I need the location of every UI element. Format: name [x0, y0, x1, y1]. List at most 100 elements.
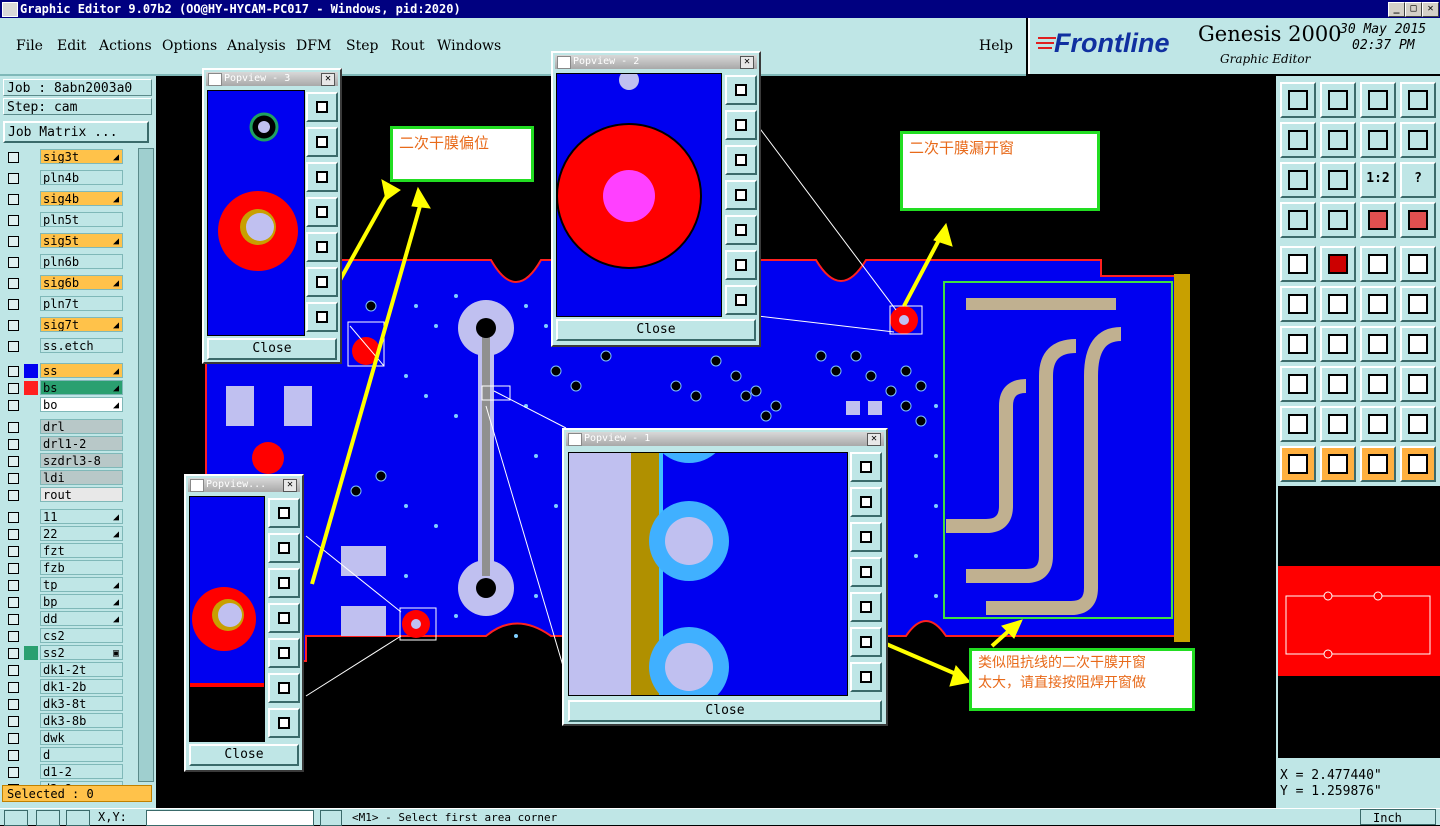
layer-checkbox[interactable] [8, 215, 19, 226]
layer-checkbox[interactable] [8, 320, 19, 331]
layer-name[interactable]: d [40, 747, 123, 762]
rotate-icon[interactable] [1360, 326, 1396, 362]
arrow-box-icon[interactable] [1320, 446, 1356, 482]
close-window-button[interactable]: ✕ [1422, 2, 1439, 17]
center-icon[interactable] [1320, 162, 1356, 198]
layer-checkbox[interactable] [8, 546, 19, 557]
menu-options[interactable]: Options [162, 38, 217, 54]
popview-4-view[interactable] [189, 496, 265, 742]
popview-tool-icon[interactable] [268, 673, 300, 703]
layer-checkbox[interactable] [8, 439, 19, 450]
layer-row[interactable]: pln7t [4, 296, 124, 313]
layer-color-swatch[interactable] [24, 646, 38, 660]
layer-row[interactable]: rout [4, 487, 124, 504]
layer-name[interactable]: bs ◢ [40, 380, 123, 395]
layer-checkbox[interactable] [8, 152, 19, 163]
measure-icon[interactable] [1280, 202, 1316, 238]
layer-checkbox[interactable] [8, 194, 19, 205]
layer-checkbox[interactable] [8, 767, 19, 778]
layer-row[interactable]: bs ◢ [4, 380, 124, 397]
layer-row[interactable]: dk3-8t [4, 696, 124, 713]
popview-tool-icon[interactable] [268, 568, 300, 598]
popview-tool-icon[interactable] [850, 627, 882, 657]
popview-tool-icon[interactable] [306, 267, 338, 297]
popview-tool-icon[interactable] [306, 302, 338, 332]
layer-row[interactable]: dk1-2b [4, 679, 124, 696]
popview-1-close-button[interactable]: Close [568, 700, 882, 722]
popview-tool-icon[interactable] [268, 533, 300, 563]
menu-help[interactable]: Help [979, 38, 1013, 54]
layer-row[interactable]: d1-2 [4, 764, 124, 781]
layer-row[interactable]: ldi [4, 470, 124, 487]
layer-name[interactable]: dk1-2b [40, 679, 123, 694]
layer-checkbox[interactable] [8, 236, 19, 247]
layer-name[interactable]: dwk [40, 730, 123, 745]
layer-checkbox[interactable] [8, 299, 19, 310]
layer-name[interactable]: sig5t ◢ [40, 233, 123, 248]
popview-2-titlebar[interactable]: Popview - 2 ✕ [555, 55, 757, 69]
layer-name[interactable]: pln5t [40, 212, 123, 227]
fit-icon[interactable] [1280, 162, 1316, 198]
layer-row[interactable]: pln6b [4, 254, 124, 271]
units-select[interactable]: Inch [1360, 809, 1436, 825]
menu-step[interactable]: Step [346, 38, 378, 54]
help-icon[interactable]: ? [1400, 162, 1436, 198]
popview-4-titlebar[interactable]: Popview... ✕ [188, 478, 300, 492]
layer-b-icon[interactable] [1400, 202, 1436, 238]
layer-checkbox[interactable] [8, 716, 19, 727]
layer-row[interactable]: dk3-8b [4, 713, 124, 730]
layer-name[interactable]: ss ◢ [40, 363, 123, 378]
menu-windows[interactable]: Windows [437, 38, 501, 54]
layer-row[interactable]: tp ◢ [4, 577, 124, 594]
popview-tool-icon[interactable] [306, 162, 338, 192]
pin-icon[interactable] [1400, 286, 1436, 322]
popview-1-close-icon[interactable]: ✕ [867, 433, 881, 446]
grid-icon[interactable] [1320, 202, 1356, 238]
layer-checkbox[interactable] [8, 490, 19, 501]
popview-tool-icon[interactable] [268, 638, 300, 668]
menu-dfm[interactable]: DFM [296, 38, 331, 54]
maximize-button[interactable]: □ [1405, 2, 1422, 17]
popview-tool-icon[interactable] [725, 215, 757, 245]
popview-1-titlebar[interactable]: Popview - 1 ✕ [566, 432, 884, 446]
job-matrix-button[interactable]: Job Matrix ... [3, 121, 149, 143]
popview-tool-icon[interactable] [268, 708, 300, 738]
layer-row[interactable]: d [4, 747, 124, 764]
popview-tool-icon[interactable] [850, 522, 882, 552]
net-icon[interactable] [1280, 286, 1316, 322]
layer-name[interactable]: ss.etch [40, 338, 123, 353]
move-icon[interactable] [1360, 286, 1396, 322]
layer-checkbox[interactable] [8, 682, 19, 693]
layer-row[interactable]: sig3t ◢ [4, 149, 124, 166]
window-icon[interactable] [1400, 82, 1436, 118]
menu-rout[interactable]: Rout [391, 38, 425, 54]
menu-edit[interactable]: Edit [57, 38, 86, 54]
layer-row[interactable]: 11 ◢ [4, 509, 124, 526]
layer-color-swatch[interactable] [24, 381, 38, 395]
popview-tool-icon[interactable] [850, 452, 882, 482]
popview-3-titlebar[interactable]: Popview - 3 ✕ [206, 72, 338, 86]
layer-checkbox[interactable] [8, 699, 19, 710]
popview-tool-icon[interactable] [850, 592, 882, 622]
layer-name[interactable]: fzb [40, 560, 123, 575]
triangle-b-icon[interactable] [1360, 406, 1396, 442]
layer-row[interactable]: sig4b ◢ [4, 191, 124, 208]
popview-4[interactable]: Popview... ✕ Close [184, 474, 304, 772]
popview-2-view[interactable] [556, 73, 722, 317]
layer-row[interactable]: ss2 ▣ [4, 645, 124, 662]
popview-3-view[interactable] [207, 90, 305, 336]
layer-row[interactable]: dk1-2t [4, 662, 124, 679]
layer-row[interactable]: sig5t ◢ [4, 233, 124, 250]
popview-tool-icon[interactable] [725, 180, 757, 210]
popview-1[interactable]: Popview - 1 ✕ Close [562, 428, 888, 726]
popview-tool-icon[interactable] [268, 498, 300, 528]
zoom-left-icon[interactable] [1280, 122, 1316, 158]
layer-name[interactable]: sig3t ◢ [40, 149, 123, 164]
triangle-icon[interactable] [1280, 406, 1316, 442]
popview-2[interactable]: Popview - 2 ✕ Close [551, 51, 761, 347]
layer-a-icon[interactable] [1360, 202, 1396, 238]
layer-checkbox[interactable] [8, 456, 19, 467]
layer-checkbox[interactable] [8, 341, 19, 352]
ruler-icon[interactable] [1360, 246, 1396, 282]
layer-checkbox[interactable] [8, 563, 19, 574]
